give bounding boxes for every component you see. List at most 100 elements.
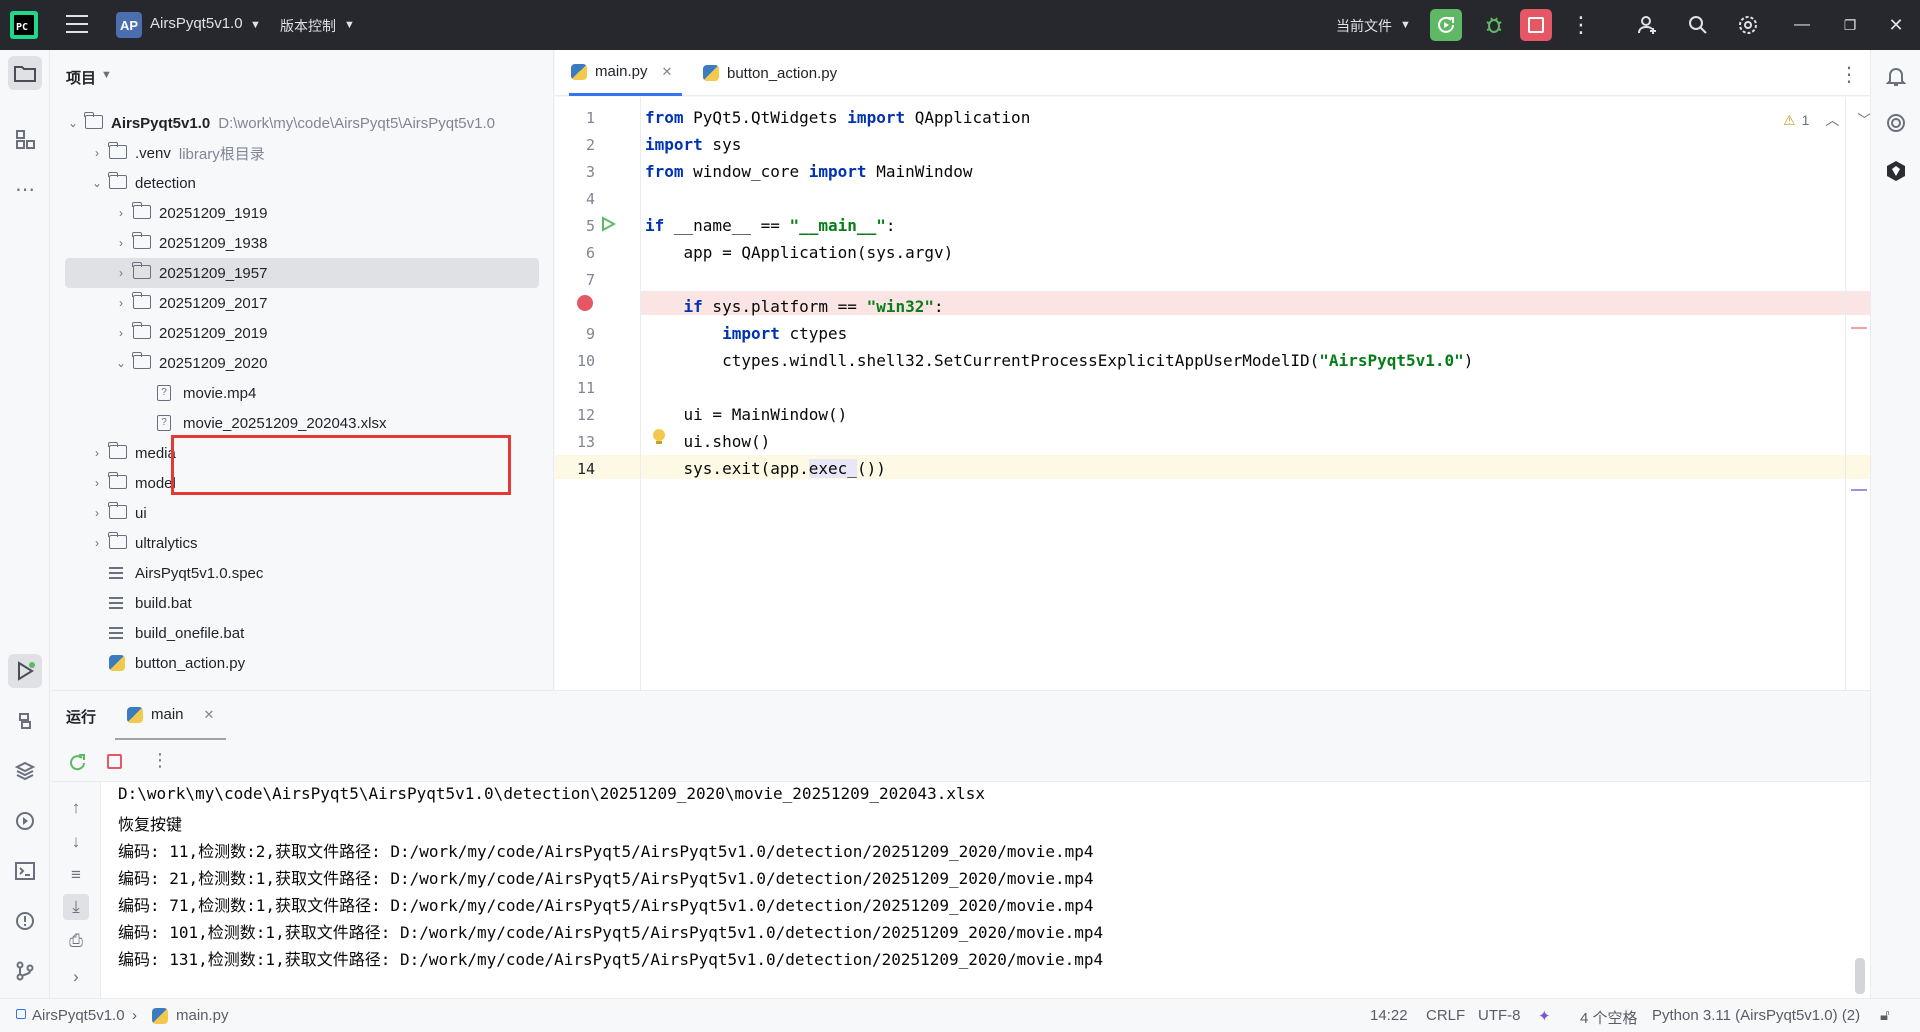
tree-item[interactable]: › .venv library根目录 [65, 138, 539, 168]
chevron-right-icon[interactable]: › [89, 446, 105, 460]
chevron-right-icon[interactable]: › [113, 236, 129, 250]
run-tab-main[interactable]: main ✕ [115, 691, 227, 741]
search-icon[interactable] [1682, 9, 1714, 41]
chevron-down-icon[interactable]: ▼ [344, 19, 355, 31]
run-gutter-icon[interactable] [600, 216, 616, 232]
folder-icon [132, 262, 153, 281]
run-config-selector[interactable]: 当前文件 [1336, 16, 1392, 36]
console-scrollbar[interactable] [1855, 958, 1865, 994]
more-actions-icon[interactable]: ⋮ [1565, 9, 1597, 41]
tree-item[interactable]: › ui [65, 498, 539, 528]
tab-button-action-py[interactable]: button_action.py [703, 50, 837, 96]
caret-position[interactable]: 14:22 [1370, 1007, 1408, 1024]
rerun-icon[interactable] [67, 752, 87, 772]
usage-stripe-marker[interactable] [1851, 489, 1867, 491]
python-console-icon[interactable] [8, 704, 42, 738]
codeium-plugin-icon[interactable] [1879, 154, 1913, 188]
tab-options-icon[interactable]: ⋮ [1839, 62, 1859, 87]
tree-item[interactable]: ⌄ detection [65, 168, 539, 198]
arrow-down-icon[interactable]: ↓ [63, 829, 89, 855]
chevron-right-icon[interactable]: › [113, 326, 129, 340]
chevron-up-icon[interactable]: ︿ [1825, 110, 1839, 130]
pycharm-logo-icon[interactable]: PC [10, 11, 38, 39]
chevron-right-icon[interactable]: › [113, 296, 129, 310]
services-icon[interactable] [8, 804, 42, 838]
chevron-right-icon[interactable]: › [89, 146, 105, 160]
settings-gear-icon[interactable] [1732, 9, 1764, 41]
notifications-bell-icon[interactable] [1879, 60, 1913, 94]
stop-button[interactable] [1520, 9, 1552, 41]
tree-item[interactable]: › 20251209_1919 [65, 198, 539, 228]
tree-item[interactable]: › 20251209_1957 [65, 258, 539, 288]
chevron-down-icon[interactable]: ▼ [1400, 19, 1411, 31]
tree-item[interactable]: AirsPyqt5v1.0.spec [65, 558, 539, 588]
run-console[interactable]: D:\work\my\code\AirsPyqt5\AirsPyqt5v1.0\… [100, 782, 1870, 998]
tree-item[interactable]: › ultralytics [65, 528, 539, 558]
chevron-down-icon[interactable]: ⌄ [89, 176, 105, 190]
tree-item[interactable]: ⌄ 20251209_2020 [65, 348, 539, 378]
vcs-menu[interactable]: 版本控制 [280, 16, 336, 36]
ai-assistant-icon[interactable] [1879, 106, 1913, 140]
chevron-right-icon[interactable]: › [89, 536, 105, 550]
more-tools-icon[interactable]: ⋯ [8, 172, 42, 206]
chevron-down-icon[interactable]: ⌄ [65, 116, 81, 130]
chevron-right-icon[interactable]: › [89, 476, 105, 490]
chevron-down-icon[interactable]: ▼ [101, 69, 112, 81]
soft-wrap-icon[interactable]: ≡ [63, 862, 89, 888]
breadcrumb-project[interactable]: AirsPyqt5v1.0 [32, 1007, 125, 1024]
inspection-widget[interactable]: ⚠ 1 ︿ ﹀ [1783, 110, 1870, 130]
scroll-to-end-icon[interactable]: ⤓ [63, 894, 89, 920]
arrow-up-icon[interactable]: ↑ [63, 795, 89, 821]
chevron-right-icon[interactable]: › [113, 266, 129, 280]
stop-icon[interactable] [107, 754, 122, 769]
breadcrumb-file[interactable]: main.py [176, 1007, 229, 1024]
minimize-icon[interactable]: — [1786, 9, 1818, 41]
close-tab-icon[interactable]: ✕ [204, 707, 215, 723]
structure-icon[interactable] [8, 122, 42, 156]
chevron-down-icon[interactable]: ▼ [250, 19, 261, 31]
tree-item[interactable]: › 20251209_2017 [65, 288, 539, 318]
tree-item[interactable]: › 20251209_1938 [65, 228, 539, 258]
tree-item[interactable]: button_action.py [65, 648, 539, 678]
project-view-folder-icon[interactable] [8, 56, 42, 90]
close-window-icon[interactable]: ✕ [1880, 9, 1912, 41]
maximize-icon[interactable]: ❐ [1834, 9, 1866, 41]
chevron-right-icon[interactable]: › [89, 506, 105, 520]
file-encoding[interactable]: UTF-8 [1478, 1007, 1521, 1024]
chevron-down-icon[interactable]: ﹀ [1857, 110, 1870, 130]
chevron-right-icon[interactable]: › [113, 206, 129, 220]
ai-status-icon[interactable]: ✦ [1538, 1007, 1551, 1025]
problems-icon[interactable] [8, 904, 42, 938]
terminal-icon[interactable] [8, 854, 42, 888]
more-actions-icon[interactable]: ⋮ [151, 750, 169, 771]
tree-item[interactable]: build_onefile.bat [65, 618, 539, 648]
run-tool-icon[interactable] [8, 654, 42, 688]
line-separator[interactable]: CRLF [1426, 1007, 1465, 1024]
code-editor[interactable]: 1 2 3 4 5 6 7 9 10 11 12 13 14 from PyQt5.QtWidgets … [555, 97, 1870, 690]
debug-button[interactable] [1478, 9, 1510, 41]
tree-item[interactable]: › 20251209_2019 [65, 318, 539, 348]
tree-item[interactable]: build.bat [65, 588, 539, 618]
chevron-down-icon[interactable]: ⌄ [113, 356, 129, 370]
expand-icon[interactable]: › [63, 964, 89, 990]
lock-icon[interactable]: 🔓︎ [1880, 1007, 1890, 1024]
print-icon[interactable]: ⎙ [63, 928, 89, 954]
git-icon[interactable] [8, 954, 42, 988]
project-badge[interactable]: AP [116, 12, 142, 38]
tree-item[interactable]: ? movie_20251209_202043.xlsx [65, 408, 539, 438]
unknown-file-icon: ? [157, 415, 177, 431]
breakpoint-icon[interactable] [577, 295, 593, 311]
tab-main-py[interactable]: main.py ✕ [569, 50, 683, 96]
project-panel-title[interactable]: 项目 [66, 67, 96, 88]
project-name[interactable]: AirsPyqt5v1.0 [150, 15, 243, 32]
python-packages-icon[interactable] [8, 754, 42, 788]
tree-root[interactable]: ⌄ AirsPyqt5v1.0 D:\work\my\code\AirsPyqt… [65, 108, 539, 138]
rerun-button[interactable] [1430, 9, 1462, 41]
error-stripe-marker[interactable] [1851, 327, 1867, 329]
indent-setting[interactable]: 4 个空格 [1580, 1007, 1638, 1028]
close-tab-icon[interactable]: ✕ [662, 64, 673, 80]
python-interpreter[interactable]: Python 3.11 (AirsPyqt5v1.0) (2) [1652, 1007, 1860, 1024]
main-menu-icon[interactable] [66, 15, 88, 35]
tree-item[interactable]: ? movie.mp4 [65, 378, 539, 408]
add-user-icon[interactable] [1632, 9, 1664, 41]
